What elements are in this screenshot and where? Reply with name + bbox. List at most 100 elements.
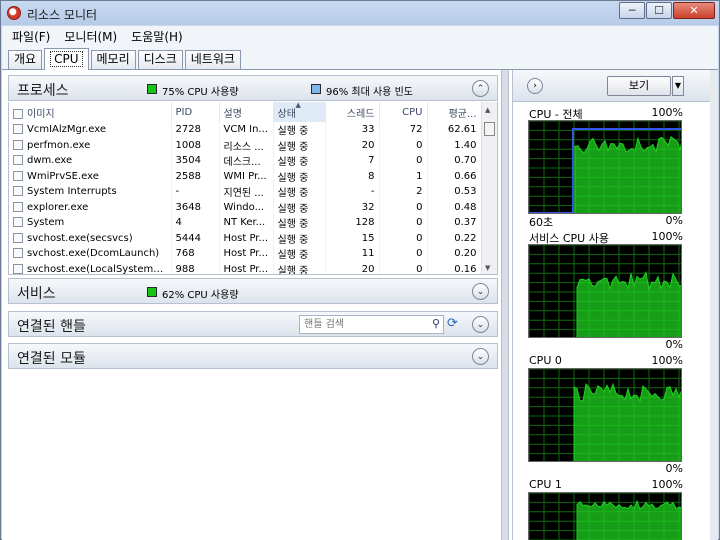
table-cell: 3648 [171,199,220,215]
view-dropdown-arrow[interactable]: ▼ [672,76,684,96]
table-row[interactable]: System 4 NT Ker... 실행 중 128 0 0.37 [9,215,482,231]
menu-help[interactable]: 도움말(H) [131,28,183,45]
table-row[interactable]: WmiPrvSE.exe 2588 WMI Pr... 실행 중 8 1 0.66 [9,168,482,184]
graphs-panel: › 보기 ▼ CPU - 전체 100% 60초 0% 서비스 CPU 사용 1… [512,70,718,540]
table-cell: 0 [379,246,428,262]
table-row[interactable]: svchost.exe(secsvcs) 5444 Host Pr... 실행 중 15… [9,230,482,246]
table-cell: 128 [325,215,380,231]
table-cell: 7 [325,153,380,169]
expand-modules-button[interactable]: ⌄ [472,348,489,365]
table-header-row: 이미지 PID 설명 ▲ 상태 스레드 CPU 평균... [9,102,482,122]
col-description-header[interactable]: 설명 [219,102,274,122]
cpu1-graph [528,492,682,540]
processes-header[interactable]: 프로세스 75% CPU 사용량 96% 최대 사용 빈도 ⌃ [8,75,498,101]
row-checkbox[interactable] [13,186,23,197]
table-cell: 33 [325,122,380,138]
panel-splitter[interactable] [501,70,509,540]
process-name: svchost.exe(LocalSystemNetw... [27,263,171,275]
table-cell: 20 [325,137,380,153]
table-cell: - [171,184,220,200]
process-image-cell: System Interrupts [9,184,172,200]
row-checkbox[interactable] [13,139,23,150]
col-threads-header[interactable]: 스레드 [325,102,380,122]
table-row[interactable]: explorer.exe 3648 Windo... 실행 중 32 0 0.48 [9,199,482,215]
modules-header[interactable]: 연결된 모듈 ⌄ [8,343,498,369]
process-name: System Interrupts [27,186,117,198]
services-cpu-legend: 62% CPU 사용량 [162,290,239,301]
tab-overview[interactable]: 개요 [8,50,43,69]
menu-file[interactable]: 파일(F) [12,28,50,45]
services-title: 서비스 [17,286,56,302]
table-cell: 2 [379,184,428,200]
tab-disk[interactable]: 디스크 [137,50,183,69]
table-row[interactable]: dwm.exe 3504 데스크... 실행 중 7 0 0.70 [9,153,482,169]
menu-monitor[interactable]: 모니터(M) [64,28,117,45]
table-row[interactable]: svchost.exe(DcomLaunch) 768 Host Pr... 실행 중… [9,246,482,262]
search-icon[interactable]: ⚲ [432,317,440,330]
row-checkbox[interactable] [13,124,23,135]
expand-handles-button[interactable]: ⌄ [472,316,489,333]
handles-header[interactable]: 연결된 핸들 ⚲ ⟳ ⌄ [8,311,498,337]
tab-cpu[interactable]: CPU [44,48,89,70]
table-cell: Host Pr... [219,230,274,246]
services-cpu-graph [528,244,682,338]
row-checkbox[interactable] [13,170,23,181]
process-image-cell: System [9,215,172,231]
view-button[interactable]: 보기 [607,76,671,96]
table-cell: 실행 중 [273,153,326,169]
table-cell: 4 [171,215,220,231]
graph-cpu1-max: 100% [651,478,683,491]
tab-network[interactable]: 네트워크 [184,50,241,69]
processes-table: 이미지 PID 설명 ▲ 상태 스레드 CPU 평균... VcmIAlzMgr.… [8,102,498,275]
expand-services-button[interactable]: ⌄ [472,283,489,300]
row-checkbox[interactable] [13,217,23,228]
maximize-button[interactable]: ☐ [646,2,672,19]
col-image-header[interactable]: 이미지 [9,102,172,122]
row-checkbox[interactable] [13,201,23,212]
row-checkbox[interactable] [13,232,23,243]
row-checkbox[interactable] [13,263,23,274]
col-status-header[interactable]: ▲ 상태 [273,102,326,122]
close-button[interactable]: ✕ [673,2,715,19]
table-cell: 데스크... [219,153,274,169]
table-cell: 0 [379,153,428,169]
table-cell: 0 [379,215,428,231]
table-row[interactable]: perfmon.exe 1008 리소스 ... 실행 중 20 0 1.40 [9,137,482,153]
table-cell: 실행 중 [273,137,326,153]
handle-search-box[interactable]: ⚲ [299,315,444,334]
row-checkbox[interactable] [13,155,23,166]
collapse-graphs-button[interactable]: › [527,78,543,94]
tab-memory[interactable]: 메모리 [90,50,136,69]
services-header[interactable]: 서비스 62% CPU 사용량 ⌄ [8,278,498,304]
title-bar[interactable]: 리소스 모니터 ─ ☐ ✕ [1,1,719,25]
scroll-down-arrow[interactable]: ▼ [485,264,490,272]
handle-search-input[interactable] [300,316,420,333]
table-cell: Host Pr... [219,246,274,262]
processes-scrollbar[interactable]: ▲ ▼ [481,102,497,274]
table-cell: 0.37 [427,215,482,231]
scroll-up-arrow[interactable]: ▲ [485,106,490,114]
cpu-total-graph [528,120,682,214]
graph-cpu0-min: 0% [665,462,683,475]
process-name: explorer.exe [27,201,89,213]
table-cell: 0.48 [427,199,482,215]
minimize-button[interactable]: ─ [619,2,645,19]
col-average-cpu-header[interactable]: 평균... [427,102,482,122]
refresh-icon[interactable]: ⟳ [447,316,458,331]
table-cell: 5444 [171,230,220,246]
table-row[interactable]: svchost.exe(LocalSystemNetw...988Host Pr… [9,261,482,275]
row-checkbox[interactable] [13,248,23,259]
scroll-thumb[interactable] [484,122,495,136]
select-all-checkbox[interactable] [13,108,23,119]
col-image-label: 이미지 [27,108,55,120]
process-name: svchost.exe(secsvcs) [27,232,133,244]
table-cell: - [325,184,380,200]
graph-cpu0-max: 100% [651,354,683,367]
col-cpu-header[interactable]: CPU [379,102,428,122]
table-cell: 0.22 [427,230,482,246]
collapse-processes-button[interactable]: ⌃ [472,80,489,97]
col-pid-header[interactable]: PID [171,102,220,122]
table-row[interactable]: VcmIAlzMgr.exe 2728 VCM In... 실행 중 33 72 62.61 [9,122,482,138]
table-row[interactable]: System Interrupts - 지연된 ... 실행 중 -2 0.53 [9,184,482,200]
graphs-scrollbar[interactable] [710,70,718,540]
